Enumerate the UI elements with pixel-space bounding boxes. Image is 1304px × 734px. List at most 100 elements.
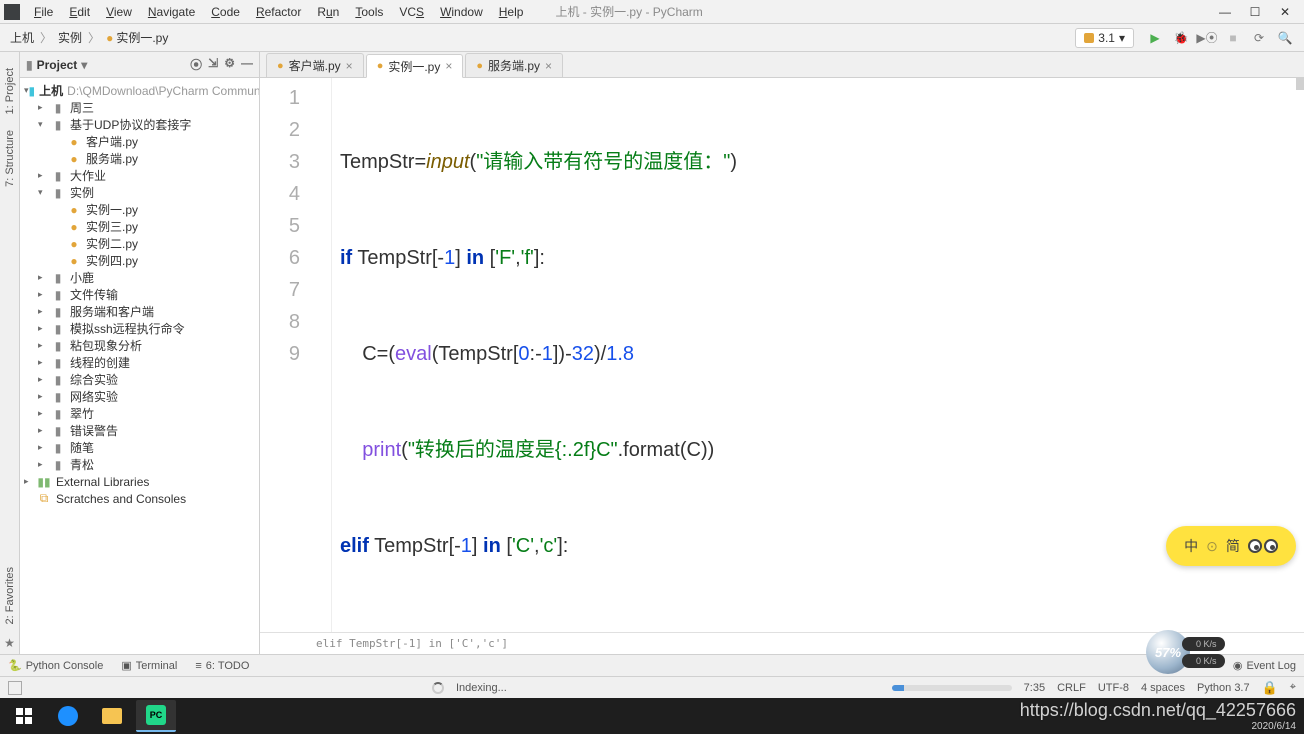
app-logo (4, 4, 20, 20)
hide-icon[interactable]: — (241, 56, 253, 73)
select-opened-file-icon[interactable]: ⦿ (190, 56, 202, 73)
readonly-lock-icon[interactable]: 🔒 (1262, 680, 1278, 696)
taskbar-pycharm[interactable]: PC (136, 700, 176, 732)
python-icon (1084, 33, 1094, 43)
project-panel: ▮ Project ▾ ⦿ ⇲ ⚙ — ▾▮上机D:\QMDownload\Py… (20, 52, 260, 654)
editor-tab[interactable]: ●服务端.py× (465, 53, 563, 77)
tree-file[interactable]: ●实例一.py (20, 201, 259, 218)
settings-icon[interactable]: ⚙ (224, 56, 235, 73)
tree-file[interactable]: ●服务端.py (20, 150, 259, 167)
breadcrumb-root[interactable]: 上机 (6, 29, 38, 46)
goto-line-icon[interactable]: ⌖ (1290, 681, 1296, 694)
tree-folder[interactable]: ▸▮网络实验 (20, 388, 259, 405)
tree-external-libraries[interactable]: ▸▮▮External Libraries (20, 473, 259, 490)
menu-navigate[interactable]: Navigate (140, 3, 203, 21)
tree-folder[interactable]: ▸▮大作业 (20, 167, 259, 184)
run-with-coverage-button[interactable]: ▶⦿ (1197, 28, 1217, 48)
project-tool-tab[interactable]: 1: Project (2, 60, 18, 122)
favorites-star-icon: ★ (4, 632, 15, 654)
debug-button[interactable]: 🐞 (1171, 28, 1191, 48)
close-button[interactable]: ✕ (1270, 2, 1300, 22)
favorites-tool-tab[interactable]: 2: Favorites (2, 559, 18, 632)
python-console-tab[interactable]: 🐍 Python Console (8, 659, 103, 672)
close-icon[interactable]: × (346, 59, 353, 73)
project-header-title: Project (37, 58, 78, 72)
minimize-button[interactable]: — (1210, 2, 1240, 22)
tree-file[interactable]: ●实例四.py (20, 252, 259, 269)
terminal-tab[interactable]: ▣ Terminal (121, 659, 177, 672)
menu-file[interactable]: File (26, 3, 61, 21)
menu-edit[interactable]: Edit (61, 3, 98, 21)
run-button[interactable]: ▶ (1145, 28, 1165, 48)
stop-button[interactable]: ■ (1223, 28, 1243, 48)
tree-file[interactable]: ●实例二.py (20, 235, 259, 252)
network-monitor-widget[interactable]: 57% 0 K/s 0 K/s (1146, 628, 1246, 676)
tree-file[interactable]: ●实例三.py (20, 218, 259, 235)
status-interpreter[interactable]: Python 3.7 (1197, 682, 1250, 694)
tree-folder[interactable]: ▾▮实例 (20, 184, 259, 201)
menu-refactor[interactable]: Refactor (248, 3, 309, 21)
tree-folder[interactable]: ▸▮文件传输 (20, 286, 259, 303)
status-caret-position[interactable]: 7:35 (1024, 682, 1045, 694)
watermark: https://blog.csdn.net/qq_42257666 2020/6… (1020, 700, 1296, 732)
run-config-name: 3.1 (1098, 31, 1115, 45)
tree-folder[interactable]: ▸▮周三 (20, 99, 259, 116)
run-config-selector[interactable]: 3.1 ▾ (1075, 28, 1134, 48)
menu-code[interactable]: Code (203, 3, 248, 21)
chevron-down-icon[interactable]: ▾ (81, 58, 87, 72)
status-encoding[interactable]: UTF-8 (1098, 682, 1129, 694)
tree-folder[interactable]: ▸▮模拟ssh远程执行命令 (20, 320, 259, 337)
code-editor[interactable]: 123456789 TempStr=input("请输入带有符号的温度值：") … (260, 78, 1304, 632)
tool-windows-quick-access-icon[interactable] (8, 681, 22, 695)
ime-lang: 中 (1184, 536, 1198, 556)
ime-widget[interactable]: 中 ⊙ 简 (1166, 526, 1296, 566)
structure-tool-tab[interactable]: 7: Structure (2, 122, 18, 195)
menu-vcs[interactable]: VCS (391, 3, 432, 21)
tree-root[interactable]: ▾▮上机D:\QMDownload\PyCharm Communi (20, 82, 259, 99)
menu-help[interactable]: Help (491, 3, 532, 21)
tree-folder[interactable]: ▸▮错误警告 (20, 422, 259, 439)
editor-tab[interactable]: ●客户端.py× (266, 53, 364, 77)
navigation-bar: 上机 〉 实例 〉 ●实例一.py 3.1 ▾ ▶ 🐞 ▶⦿ ■ ⟳ 🔍 (0, 24, 1304, 52)
close-icon[interactable]: × (545, 59, 552, 73)
status-bar: Indexing... 7:35 CRLF UTF-8 4 spaces Pyt… (0, 676, 1304, 698)
menu-bar: File Edit View Navigate Code Refactor Ru… (0, 0, 1304, 24)
close-icon[interactable]: × (445, 59, 452, 73)
status-line-ending[interactable]: CRLF (1057, 682, 1086, 694)
editor-tab-active[interactable]: ●实例一.py× (366, 54, 464, 78)
window-title: 上机 - 实例一.py - PyCharm (555, 3, 702, 20)
project-panel-header: ▮ Project ▾ ⦿ ⇲ ⚙ — (20, 52, 259, 78)
start-button[interactable] (4, 700, 44, 732)
update-running-button[interactable]: ⟳ (1249, 28, 1269, 48)
menu-run[interactable]: Run (309, 3, 347, 21)
tree-folder[interactable]: ▸▮粘包现象分析 (20, 337, 259, 354)
menu-window[interactable]: Window (432, 3, 491, 21)
tree-file[interactable]: ●客户端.py (20, 133, 259, 150)
breadcrumb-file[interactable]: ●实例一.py (102, 29, 172, 46)
menu-view[interactable]: View (98, 3, 140, 21)
todo-tab[interactable]: ≡ 6: TODO (195, 660, 249, 672)
folder-icon: ▮ (26, 58, 33, 72)
expand-all-icon[interactable]: ⇲ (208, 56, 218, 73)
project-tree[interactable]: ▾▮上机D:\QMDownload\PyCharm Communi ▸▮周三 ▾… (20, 78, 259, 654)
tree-folder[interactable]: ▸▮综合实验 (20, 371, 259, 388)
status-indent[interactable]: 4 spaces (1141, 682, 1185, 694)
tree-scratches[interactable]: ⧉Scratches and Consoles (20, 490, 259, 507)
search-everywhere-button[interactable]: 🔍 (1275, 28, 1295, 48)
status-indexing: Indexing... (456, 682, 507, 694)
taskbar-app[interactable] (48, 700, 88, 732)
chevron-down-icon: ▾ (1119, 31, 1125, 45)
tree-folder[interactable]: ▸▮小鹿 (20, 269, 259, 286)
menu-tools[interactable]: Tools (347, 3, 391, 21)
tree-folder[interactable]: ▸▮服务端和客户端 (20, 303, 259, 320)
breadcrumb-folder[interactable]: 实例 (54, 29, 86, 46)
tree-folder[interactable]: ▸▮青松 (20, 456, 259, 473)
tree-folder[interactable]: ▸▮翠竹 (20, 405, 259, 422)
network-download: 0 K/s (1182, 654, 1225, 668)
tree-folder[interactable]: ▸▮线程的创建 (20, 354, 259, 371)
taskbar-explorer[interactable] (92, 700, 132, 732)
maximize-button[interactable]: ☐ (1240, 2, 1270, 22)
tree-folder[interactable]: ▾▮基于UDP协议的套接字 (20, 116, 259, 133)
tree-folder[interactable]: ▸▮随笔 (20, 439, 259, 456)
indexing-progress[interactable] (892, 685, 1012, 691)
